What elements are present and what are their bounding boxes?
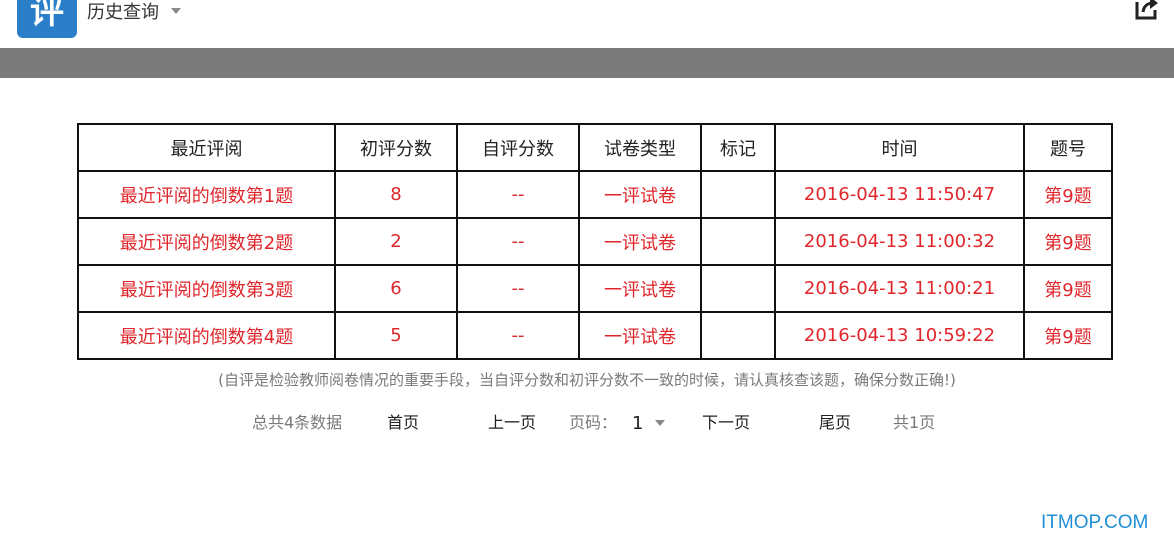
history-table: 最近评阅 初评分数 自评分数 试卷类型 标记 时间 题号 最近评阅的倒数第1题 … [77,123,1113,360]
watermark: ITMOP.COM [1041,512,1149,533]
cell-recent[interactable]: 最近评阅的倒数第4题 [77,311,336,360]
chevron-down-icon [655,420,666,426]
cell-paper-type: 一评试卷 [578,311,702,360]
cell-paper-type: 一评试卷 [578,217,702,266]
table-row[interactable]: 最近评阅的倒数第1题 8 -- 一评试卷 2016-04-13 11:50:47… [77,170,1113,219]
cell-self-score: -- [456,311,580,360]
top-bar: 评 历史查询 [0,0,1174,48]
cell-initial-score: 6 [334,264,458,313]
page-label: 页码： [569,413,618,432]
page-number-value: 1 [632,412,644,434]
page-number-select[interactable]: 1 [632,412,666,434]
cell-mark [700,170,776,219]
cell-paper-type: 一评试卷 [578,170,702,219]
cell-initial-score: 8 [334,170,458,219]
self-review-note: (自评是检验教师阅卷情况的重要手段，当自评分数和初评分数不一致的时候，请认真核查… [218,371,956,389]
cell-question-no: 第9题 [1023,264,1113,313]
column-header-time: 时间 [774,123,1025,172]
first-page-button[interactable]: 首页 [387,412,419,434]
toolbar-band [0,48,1174,78]
cell-recent[interactable]: 最近评阅的倒数第1题 [77,170,336,219]
column-header-self-score: 自评分数 [456,123,580,172]
column-header-recent: 最近评阅 [77,123,336,172]
cell-paper-type: 一评试卷 [578,264,702,313]
column-header-question-no: 题号 [1023,123,1113,172]
last-page-button[interactable]: 尾页 [819,412,851,434]
cell-question-no: 第9题 [1023,170,1113,219]
cell-question-no: 第9题 [1023,311,1113,360]
table-row[interactable]: 最近评阅的倒数第4题 5 -- 一评试卷 2016-04-13 10:59:22… [77,311,1113,360]
page-count: 共1页 [893,413,936,432]
cell-time: 2016-04-13 10:59:22 [774,311,1025,360]
cell-self-score: -- [456,264,580,313]
cell-initial-score: 2 [334,217,458,266]
cell-time: 2016-04-13 11:50:47 [774,170,1025,219]
table-row[interactable]: 最近评阅的倒数第3题 6 -- 一评试卷 2016-04-13 11:00:21… [77,264,1113,313]
app-logo: 评 [17,0,77,38]
cell-time: 2016-04-13 11:00:32 [774,217,1025,266]
column-header-mark: 标记 [700,123,776,172]
cell-self-score: -- [456,170,580,219]
cell-mark [700,217,776,266]
prev-page-button[interactable]: 上一页 [488,412,536,434]
next-page-button[interactable]: 下一页 [702,412,750,434]
cell-recent[interactable]: 最近评阅的倒数第2题 [77,217,336,266]
cell-mark [700,264,776,313]
table-row[interactable]: 最近评阅的倒数第2题 2 -- 一评试卷 2016-04-13 11:00:32… [77,217,1113,266]
cell-recent[interactable]: 最近评阅的倒数第3题 [77,264,336,313]
column-header-initial-score: 初评分数 [334,123,458,172]
cell-mark [700,311,776,360]
cell-initial-score: 5 [334,311,458,360]
share-icon[interactable] [1133,0,1161,22]
caret-down-icon [171,8,181,14]
table-header-row: 最近评阅 初评分数 自评分数 试卷类型 标记 时间 题号 [77,123,1113,172]
cell-time: 2016-04-13 11:00:21 [774,264,1025,313]
history-query-dropdown[interactable]: 历史查询 [87,0,181,26]
cell-question-no: 第9题 [1023,217,1113,266]
cell-self-score: -- [456,217,580,266]
column-header-paper-type: 试卷类型 [578,123,702,172]
page-title: 历史查询 [87,2,159,23]
total-count: 总共4条数据 [252,413,343,432]
